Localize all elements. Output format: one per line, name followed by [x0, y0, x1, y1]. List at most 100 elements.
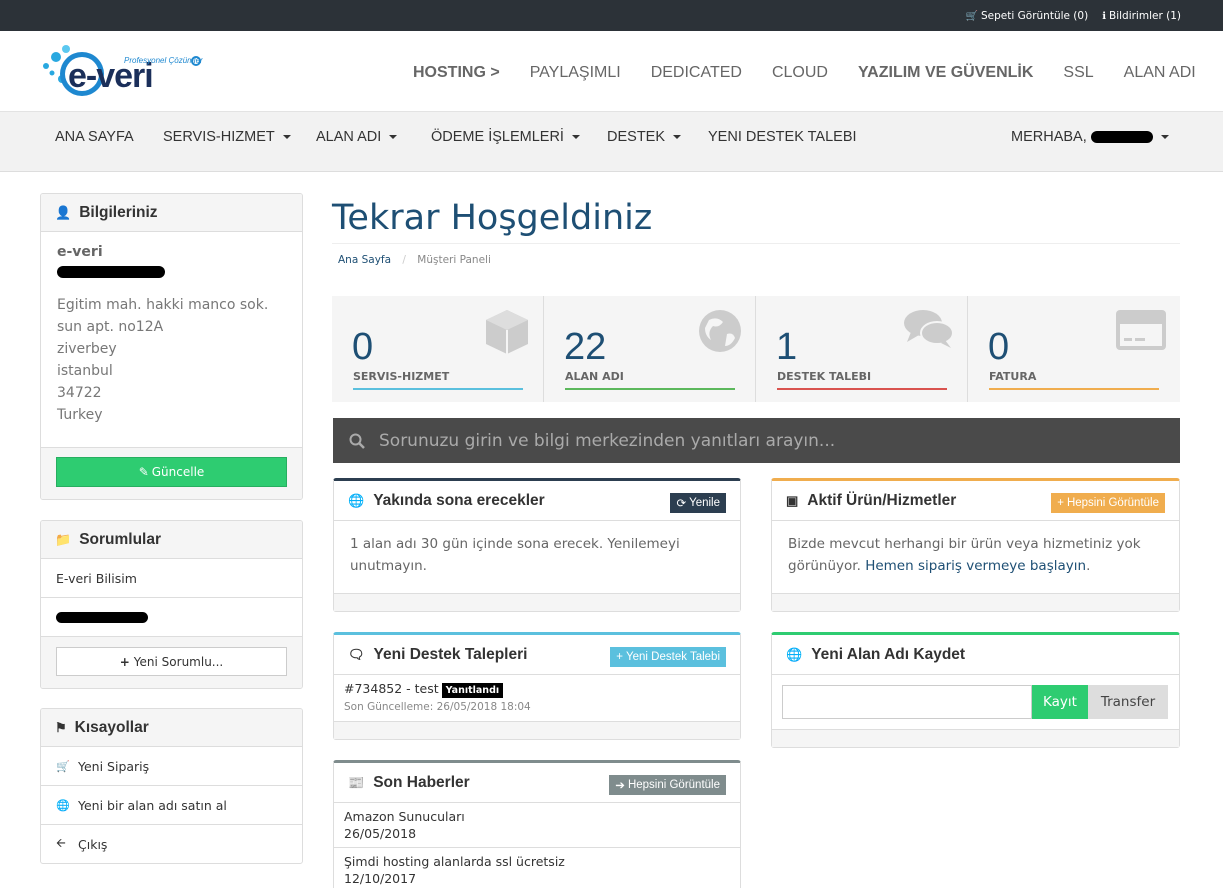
redacted-contact — [56, 611, 148, 623]
stat-label: SERVIS-HIZMET — [353, 370, 450, 383]
shortcut-new-order[interactable]: 🛒 Yeni Sipariş — [41, 747, 302, 786]
main-nav-shared[interactable]: PAYLAŞIMLI — [515, 64, 636, 82]
active-products-panel: ▣ Aktif Ürün/Hizmetler + Hepsini Görüntüle… — [771, 478, 1180, 612]
stat-value: 0 — [352, 326, 374, 368]
stat-label: ALAN ADI — [565, 370, 624, 383]
contacts-panel-header: 📁 Sorumlular — [41, 521, 302, 559]
main-nav-cloud[interactable]: CLOUD — [757, 64, 843, 82]
expiring-panel-header: 🌐 Yakında sona erecekler ⟳ Yenile — [334, 481, 740, 521]
active-products-header: ▣ Aktif Ürün/Hizmetler + Hepsini Görüntüle — [772, 481, 1179, 521]
stat-underline — [989, 388, 1159, 390]
domain-register-header: 🌐 Yeni Alan Adı Kaydet — [772, 635, 1179, 675]
chevron-down-icon — [1160, 135, 1169, 140]
info-icon: ℹ — [1102, 10, 1106, 22]
main-nav-domain[interactable]: ALAN ADI — [1109, 64, 1211, 82]
contact-item[interactable]: E-veri Bilisim — [41, 559, 302, 598]
stat-invoices[interactable]: 0 FATURA — [968, 296, 1180, 402]
plus-icon: + — [119, 654, 130, 669]
shortcuts-panel: ⚑ Kısayollar 🛒 Yeni Sipariş 🌐 Yeni bir alan… — [40, 708, 303, 864]
view-all-products-button[interactable]: + Hepsini Görüntüle — [1051, 493, 1165, 513]
main-nav-software-security[interactable]: YAZILIM VE GÜVENLİK — [843, 64, 1048, 82]
cube-icon: ▣ — [786, 492, 799, 508]
redacted-name — [57, 266, 165, 278]
news-item[interactable]: Amazon Sunucuları 26/05/2018 — [334, 803, 740, 848]
stat-label: DESTEK TALEBI — [777, 370, 872, 383]
main-nav: HOSTING > PAYLAŞIMLI DEDICATED CLOUD YAZ… — [398, 53, 1211, 93]
cart-icon: 🛒 — [965, 10, 979, 22]
domain-form: Kayıt Transfer — [782, 685, 1168, 719]
info-panel-body: e-veri Egitim mah. hakki manco sok. sun … — [41, 232, 302, 448]
shortcut-buy-domain[interactable]: 🌐 Yeni bir alan adı satın al — [41, 786, 302, 825]
order-now-link[interactable]: Hemen sipariş vermeye başlayın — [865, 558, 1086, 574]
info-panel-footer: ✎ Güncelle — [41, 448, 302, 499]
stat-domains[interactable]: 22 ALAN ADI — [544, 296, 756, 402]
update-button[interactable]: ✎ Güncelle — [56, 457, 287, 487]
stat-value: 1 — [776, 326, 798, 368]
panel-footer — [772, 593, 1179, 611]
site-logo[interactable]: e-veri Profesyonel Çözümler — [38, 41, 208, 103]
chevron-down-icon — [673, 135, 682, 140]
domain-register-panel: 🌐 Yeni Alan Adı Kaydet Kayıt Transfer — [771, 632, 1180, 748]
panel-footer — [772, 729, 1179, 747]
credit-card-icon — [1116, 310, 1166, 350]
main-nav-dedicated[interactable]: DEDICATED — [636, 64, 757, 82]
main-nav-hosting[interactable]: HOSTING > — [398, 64, 515, 82]
contact-item-redacted[interactable] — [41, 598, 302, 637]
client-nav: ANA SAYFA SERVIS-HIZMET ALAN ADI ÖDEME İ… — [0, 112, 1223, 172]
knowledgebase-search[interactable]: Sorunuzu girin ve bilgi merkezinden yanı… — [333, 418, 1180, 463]
panel-footer — [334, 593, 740, 611]
nav-account[interactable]: MERHABA, — [1011, 112, 1169, 162]
top-links: 🛒 Sepeti Görüntüle (0) ℹ Bildirimler (1) — [966, 0, 1181, 31]
nav-domains[interactable]: ALAN ADI — [316, 112, 398, 162]
renew-button[interactable]: ⟳ Yenile — [670, 493, 726, 513]
pencil-icon: ✎ — [138, 465, 149, 479]
arrow-right-icon: ➔ — [615, 780, 625, 792]
chevron-down-icon — [389, 135, 398, 140]
nav-support[interactable]: DESTEK — [607, 112, 682, 162]
search-placeholder: Sorunuzu girin ve bilgi merkezinden yanı… — [379, 430, 836, 451]
arrow-left-icon: 🡨 — [56, 836, 66, 850]
new-ticket-button[interactable]: + Yeni Destek Talebi — [610, 647, 726, 667]
status-badge: Yanıtlandı — [441, 683, 504, 698]
stat-services[interactable]: 0 SERVIS-HIZMET — [332, 296, 544, 402]
domain-input[interactable] — [782, 685, 1032, 719]
news-panel-header: 📰 Son Haberler ➔ Hepsini Görüntüle — [334, 763, 740, 803]
stat-value: 0 — [988, 326, 1010, 368]
refresh-icon: ⟳ — [676, 498, 687, 510]
title-divider — [332, 243, 1180, 244]
address-block: Egitim mah. hakki manco sok. sun apt. no… — [57, 297, 269, 423]
nav-home[interactable]: ANA SAYFA — [55, 112, 134, 162]
notifications-link[interactable]: ℹ Bildirimler (1) — [1102, 10, 1181, 22]
globe-icon: 🌐 — [56, 798, 70, 812]
comments-icon — [904, 310, 954, 348]
company-name: e-veri — [57, 244, 103, 260]
shortcut-logout[interactable]: 🡨 Çıkış — [41, 825, 302, 863]
ticket-updated: Son Güncelleme: 26/05/2018 18:04 — [344, 701, 531, 713]
stat-underline — [565, 388, 735, 390]
chevron-down-icon — [571, 135, 580, 140]
nav-services[interactable]: SERVIS-HIZMET — [163, 112, 291, 162]
contacts-panel-footer: + Yeni Sorumlu... — [41, 637, 302, 688]
globe-icon: 🌐 — [786, 646, 803, 662]
contacts-panel: 📁 Sorumlular E-veri Bilisim + Yeni Sorumlu… — [40, 520, 303, 689]
view-all-news-button[interactable]: ➔ Hepsini Görüntüle — [609, 775, 726, 795]
tickets-panel-header: 🗨 Yeni Destek Talepleri + Yeni Destek Tale… — [334, 635, 740, 675]
register-button[interactable]: Kayıt — [1032, 685, 1088, 719]
site-header: e-veri Profesyonel Çözümler HOSTING > PA… — [0, 31, 1223, 112]
main-nav-ssl[interactable]: SSL — [1048, 64, 1108, 82]
redacted-username — [1090, 131, 1153, 144]
nav-payments[interactable]: ÖDEME İŞLEMLERİ — [431, 112, 580, 162]
ticket-item[interactable]: #734852 - test Yanıtlandı Son Güncelleme:… — [334, 675, 740, 719]
bookmark-icon: ⚑ — [55, 719, 67, 735]
add-contact-button[interactable]: + Yeni Sorumlu... — [56, 647, 287, 676]
breadcrumb-current: Müşteri Paneli — [417, 254, 491, 266]
globe-icon: 🌐 — [348, 492, 365, 508]
breadcrumb-home[interactable]: Ana Sayfa — [338, 254, 391, 266]
search-icon — [349, 433, 365, 449]
nav-new-ticket[interactable]: YENI DESTEK TALEBI — [708, 112, 857, 162]
news-item[interactable]: Şimdi hosting alanlarda ssl ücretsiz 12/… — [334, 848, 740, 888]
cart-link[interactable]: 🛒 Sepeti Görüntüle (0) — [966, 10, 1089, 22]
transfer-button[interactable]: Transfer — [1088, 685, 1168, 719]
stats-bar: 0 SERVIS-HIZMET 22 ALAN ADI 1 DESTEK TAL… — [332, 296, 1180, 402]
stat-tickets[interactable]: 1 DESTEK TALEBI — [756, 296, 968, 402]
